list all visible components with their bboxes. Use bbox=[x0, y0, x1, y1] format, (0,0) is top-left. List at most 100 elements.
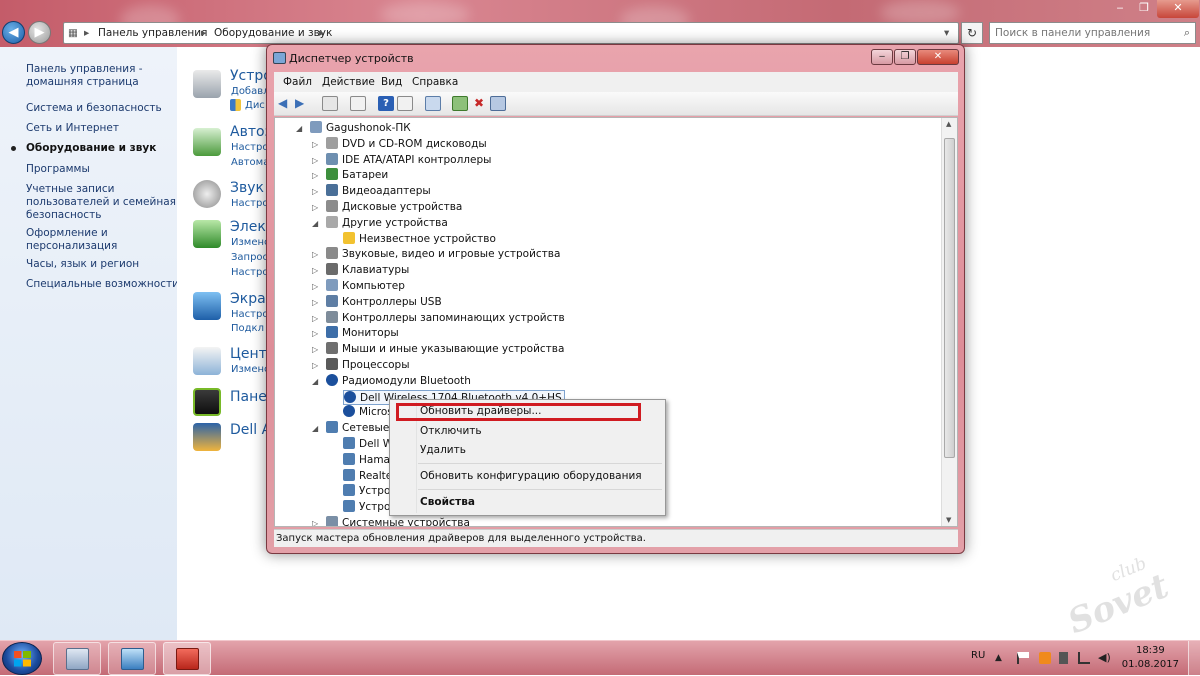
nav-link-user-accounts[interactable]: Учетные записи bbox=[26, 183, 114, 196]
disable-device-icon[interactable] bbox=[490, 96, 506, 111]
collapse-arrow-icon[interactable]: ◢ bbox=[312, 374, 318, 389]
expand-arrow-icon[interactable]: ▷ bbox=[312, 342, 318, 357]
uninstall-icon[interactable]: ✖ bbox=[471, 96, 487, 111]
back-icon[interactable]: ◀ bbox=[278, 96, 294, 111]
refresh-button[interactable]: ↻ bbox=[961, 22, 983, 44]
expand-arrow-icon[interactable]: ▷ bbox=[312, 279, 318, 294]
tree-node[interactable]: ▷ Батареи bbox=[312, 168, 388, 183]
avast-icon[interactable] bbox=[1039, 652, 1051, 664]
expand-arrow-icon[interactable]: ▷ bbox=[312, 168, 318, 183]
expand-arrow-icon[interactable]: ▷ bbox=[312, 295, 318, 310]
expand-arrow-icon[interactable]: ▷ bbox=[312, 358, 318, 373]
power-battery-icon[interactable] bbox=[1059, 652, 1068, 664]
menu-item-scan-hardware[interactable]: Обновить конфигурацию оборудования bbox=[420, 470, 642, 482]
category-link[interactable]: Изменс bbox=[231, 364, 270, 375]
collapse-arrow-icon[interactable]: ◢ bbox=[312, 216, 318, 231]
language-indicator[interactable]: RU bbox=[971, 650, 985, 661]
action-center-flag-icon[interactable] bbox=[1017, 652, 1029, 664]
tree-node[interactable]: Неизвестное устройство bbox=[343, 231, 496, 247]
tree-node[interactable]: ▷ Контроллеры USB bbox=[312, 294, 442, 310]
tree-node[interactable]: ▷ Мыши и иные указывающие устройства bbox=[312, 342, 564, 357]
scroll-down-icon[interactable]: ▼ bbox=[946, 516, 951, 524]
tree-node[interactable]: ▷ Процессоры bbox=[312, 358, 410, 373]
close-button[interactable]: ✕ bbox=[1157, 0, 1199, 18]
show-desktop-button[interactable] bbox=[1188, 641, 1200, 676]
update-driver-icon[interactable] bbox=[452, 96, 468, 111]
menu-item-properties[interactable]: Свойства bbox=[420, 496, 475, 508]
forward-button[interactable]: ▶ bbox=[28, 21, 51, 44]
dm-maximize-button[interactable]: ❐ bbox=[894, 49, 916, 65]
expand-arrow-icon[interactable]: ▷ bbox=[312, 263, 318, 278]
taskbar-app-calculator[interactable] bbox=[53, 642, 101, 675]
expand-arrow-icon[interactable]: ▷ bbox=[312, 200, 318, 215]
expand-arrow-icon[interactable]: ▷ bbox=[312, 516, 318, 526]
expand-arrow-icon[interactable]: ▷ bbox=[312, 311, 318, 326]
menu-item-uninstall[interactable]: Удалить bbox=[420, 444, 466, 456]
tree-node[interactable]: ◢ Радиомодули Bluetooth bbox=[312, 373, 471, 389]
dm-close-button[interactable]: ✕ bbox=[917, 49, 959, 65]
scan-hardware-icon[interactable] bbox=[425, 96, 441, 111]
menu-file[interactable]: Файл bbox=[283, 76, 312, 88]
minimize-button[interactable]: ‒ bbox=[1107, 0, 1133, 18]
category-link[interactable]: Дис bbox=[245, 100, 265, 111]
nav-link-programs[interactable]: Программы bbox=[26, 163, 90, 176]
nav-link-appearance[interactable]: Оформление и bbox=[26, 227, 108, 240]
nav-link-appearance-cont[interactable]: персонализация bbox=[26, 240, 117, 253]
expand-arrow-icon[interactable]: ▷ bbox=[312, 326, 318, 341]
menu-action[interactable]: Действие bbox=[322, 76, 375, 88]
forward-icon[interactable]: ▶ bbox=[295, 96, 311, 111]
collapse-arrow-icon[interactable]: ◢ bbox=[312, 421, 318, 436]
category-link[interactable]: Настро bbox=[231, 267, 268, 278]
address-dropdown-icon[interactable]: ▾ bbox=[944, 27, 949, 39]
menu-view[interactable]: Вид bbox=[381, 76, 402, 88]
taskbar-app-toolbox[interactable] bbox=[163, 642, 211, 675]
tree-node[interactable]: ▷ DVD и CD-ROM дисководы bbox=[312, 136, 487, 152]
expand-arrow-icon[interactable]: ▷ bbox=[312, 153, 318, 168]
tree-node[interactable]: ▷ Контроллеры запоминающих устройств bbox=[312, 310, 565, 326]
category-link[interactable]: Изменс bbox=[231, 237, 270, 248]
category-link[interactable]: Настро bbox=[231, 309, 268, 320]
tree-node[interactable]: ▷ Звуковые, видео и игровые устройства bbox=[312, 247, 560, 262]
tree-node[interactable]: ◢ Gagushonok-ПК bbox=[296, 121, 411, 136]
nav-link-user-accounts-cont2[interactable]: безопасность bbox=[26, 209, 101, 222]
menu-item-disable[interactable]: Отключить bbox=[420, 425, 482, 437]
action-pane-icon[interactable] bbox=[397, 96, 413, 111]
tray-expand-icon[interactable]: ▲ bbox=[995, 653, 1002, 663]
tree-node[interactable]: ▷ Клавиатуры bbox=[312, 263, 409, 278]
show-hide-console-icon[interactable] bbox=[322, 96, 338, 111]
taskbar-app-control-panel[interactable] bbox=[108, 642, 156, 675]
tree-node[interactable]: ▷ Дисковые устройства bbox=[312, 200, 462, 215]
search-box[interactable]: ⌕ bbox=[989, 22, 1196, 44]
address-bar[interactable]: ▦ ▸ Панель управления ▸ Оборудование и з… bbox=[63, 22, 959, 44]
back-button[interactable]: ◀ bbox=[2, 21, 25, 44]
nav-link-home[interactable]: Панель управления - bbox=[26, 63, 143, 76]
category-title-sound[interactable]: Звук bbox=[230, 180, 264, 196]
nav-link-user-accounts-cont[interactable]: пользователей и семейная bbox=[26, 196, 176, 209]
tree-node[interactable]: ▷ Системные устройства bbox=[312, 516, 470, 526]
nav-link-system-security[interactable]: Система и безопасность bbox=[26, 102, 162, 115]
clock[interactable]: 18:39 01.08.2017 bbox=[1122, 644, 1179, 672]
nav-link-home-cont[interactable]: домашняя страница bbox=[26, 76, 139, 89]
search-input[interactable] bbox=[990, 23, 1170, 43]
tree-node[interactable]: ▷ Компьютер bbox=[312, 279, 405, 294]
menu-help[interactable]: Справка bbox=[412, 76, 458, 88]
tree-node[interactable]: ◢ Другие устройства bbox=[312, 215, 448, 231]
expand-arrow-icon[interactable]: ▷ bbox=[312, 137, 318, 152]
category-link[interactable]: Настро bbox=[231, 142, 268, 153]
nav-link-accessibility[interactable]: Специальные возможности bbox=[26, 278, 179, 291]
vertical-scrollbar[interactable]: ▲ ▼ bbox=[941, 118, 957, 526]
breadcrumb-control-panel[interactable]: Панель управления bbox=[98, 27, 207, 39]
category-link[interactable]: Добавл bbox=[231, 86, 270, 97]
nav-link-network[interactable]: Сеть и Интернет bbox=[26, 122, 119, 135]
help-icon[interactable]: ? bbox=[378, 96, 394, 111]
scroll-up-icon[interactable]: ▲ bbox=[946, 120, 951, 128]
tree-node[interactable]: ▷ IDE ATA/ATAPI контроллеры bbox=[312, 152, 491, 168]
expand-arrow-icon[interactable]: ▷ bbox=[312, 184, 318, 199]
nav-link-clock-language[interactable]: Часы, язык и регион bbox=[26, 258, 139, 271]
volume-icon[interactable]: ◀) bbox=[1098, 652, 1111, 664]
maximize-button[interactable]: ❐ bbox=[1131, 0, 1157, 18]
breadcrumb-hardware-and-sound[interactable]: Оборудование и звук bbox=[214, 27, 332, 39]
start-button[interactable] bbox=[2, 642, 42, 675]
properties-icon[interactable] bbox=[350, 96, 366, 111]
category-link[interactable]: Запрос bbox=[231, 252, 268, 263]
